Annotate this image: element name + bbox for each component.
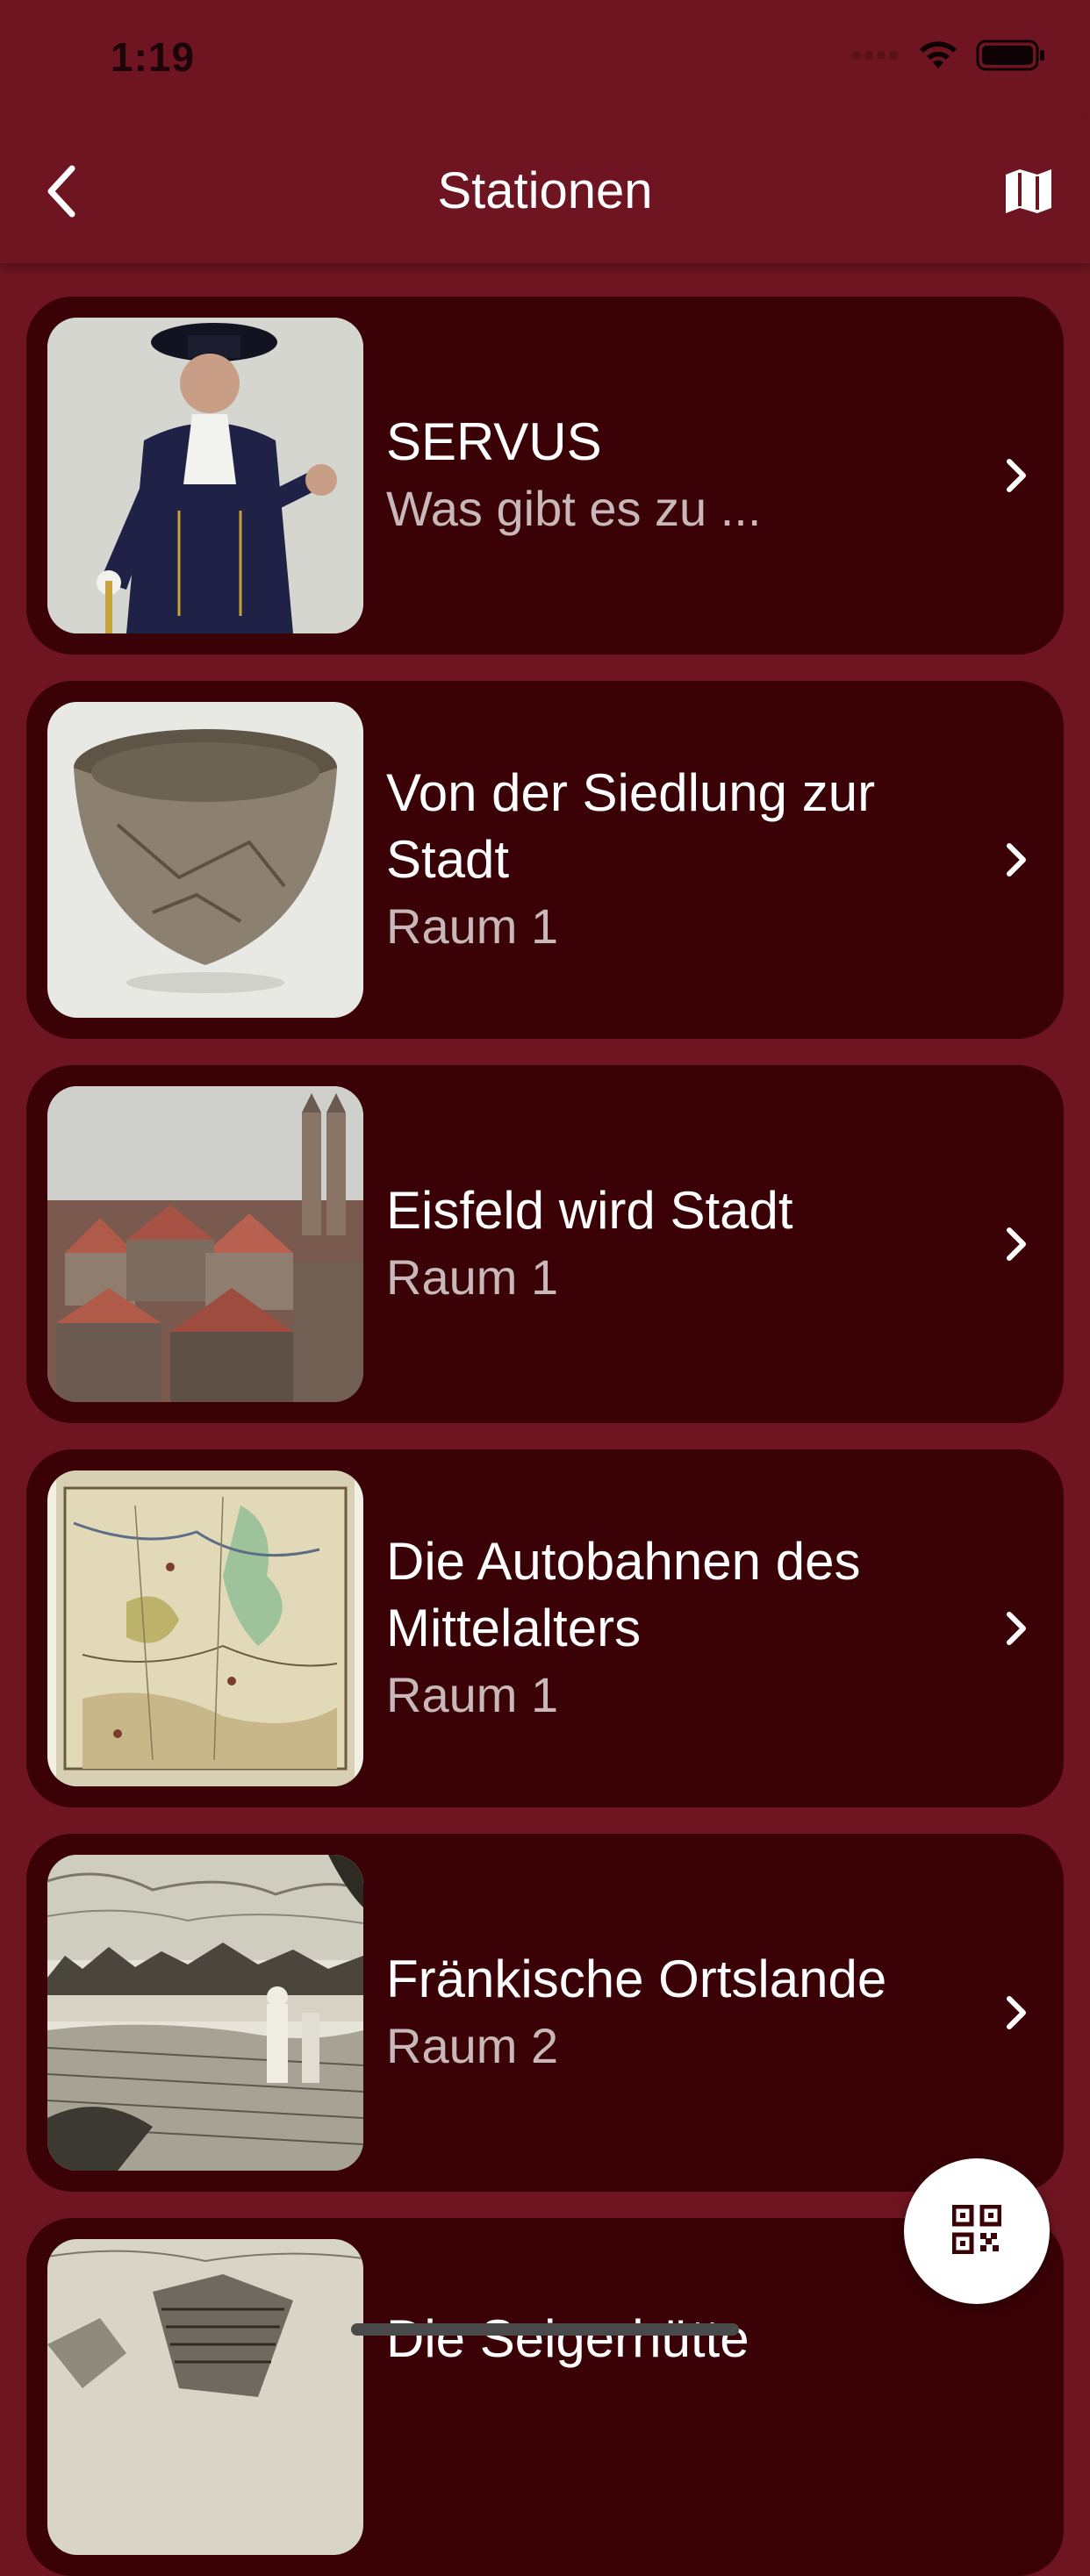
station-thumbnail xyxy=(47,1855,363,2171)
station-text: Die Seigerhütte xyxy=(386,2218,967,2576)
status-bar: 1:19 xyxy=(0,0,1090,123)
chevron-right-icon xyxy=(990,834,1043,886)
station-thumbnail xyxy=(47,1086,363,1402)
station-subtitle: Was gibt es zu ... xyxy=(386,481,762,536)
station-text: SERVUS Was gibt es zu ... xyxy=(386,297,967,655)
station-title: Eisfeld wird Stadt xyxy=(386,1181,793,1240)
qr-code-icon xyxy=(951,2204,1002,2258)
station-card[interactable]: Die Autobahnen des Mittelalters Raum 1 xyxy=(26,1449,1064,1807)
station-text: Von der Siedlung zur Stadt Raum 1 xyxy=(386,681,967,1039)
station-card[interactable]: Eisfeld wird Stadt Raum 1 xyxy=(26,1065,1064,1423)
station-thumbnail xyxy=(47,1470,363,1786)
station-card[interactable]: Die Seigerhütte xyxy=(26,2218,1064,2576)
station-title: SERVUS xyxy=(386,412,602,471)
qr-scan-button[interactable] xyxy=(904,2158,1050,2304)
status-time: 1:19 xyxy=(111,34,196,80)
page-title: Stationen xyxy=(437,162,653,219)
station-card[interactable]: Fränkische Ortslande Raum 2 xyxy=(26,1834,1064,2192)
station-title: Die Autobahnen des Mittelalters xyxy=(386,1532,861,1657)
home-indicator xyxy=(351,2323,739,2336)
station-thumbnail xyxy=(47,2239,363,2555)
station-subtitle: Raum 2 xyxy=(386,2018,559,2073)
chevron-right-icon xyxy=(990,1986,1043,2039)
battery-icon xyxy=(976,39,1046,76)
navigation-bar: Stationen xyxy=(0,123,1090,263)
map-icon xyxy=(1003,166,1054,221)
wifi-icon xyxy=(916,39,960,76)
station-thumbnail xyxy=(47,318,363,633)
station-title: Von der Siedlung zur Stadt xyxy=(386,763,876,889)
station-title: Fränkische Ortslande xyxy=(386,1950,887,2008)
station-text: Eisfeld wird Stadt Raum 1 xyxy=(386,1065,967,1423)
station-text: Fränkische Ortslande Raum 2 xyxy=(386,1834,967,2192)
station-subtitle: Raum 1 xyxy=(386,1667,559,1722)
signal-icon xyxy=(851,47,900,68)
station-card[interactable]: Von der Siedlung zur Stadt Raum 1 xyxy=(26,681,1064,1039)
station-title: Die Seigerhütte xyxy=(386,2309,749,2368)
chevron-right-icon xyxy=(990,1602,1043,1655)
station-subtitle: Raum 1 xyxy=(386,898,559,954)
station-card[interactable]: SERVUS Was gibt es zu ... xyxy=(26,297,1064,655)
chevron-right-icon xyxy=(990,1218,1043,1270)
chevron-right-icon xyxy=(990,449,1043,502)
station-text: Die Autobahnen des Mittelalters Raum 1 xyxy=(386,1449,967,1807)
map-button[interactable] xyxy=(993,158,1064,228)
station-thumbnail xyxy=(47,702,363,1018)
station-subtitle: Raum 1 xyxy=(386,1249,559,1305)
status-icons xyxy=(851,39,1046,76)
